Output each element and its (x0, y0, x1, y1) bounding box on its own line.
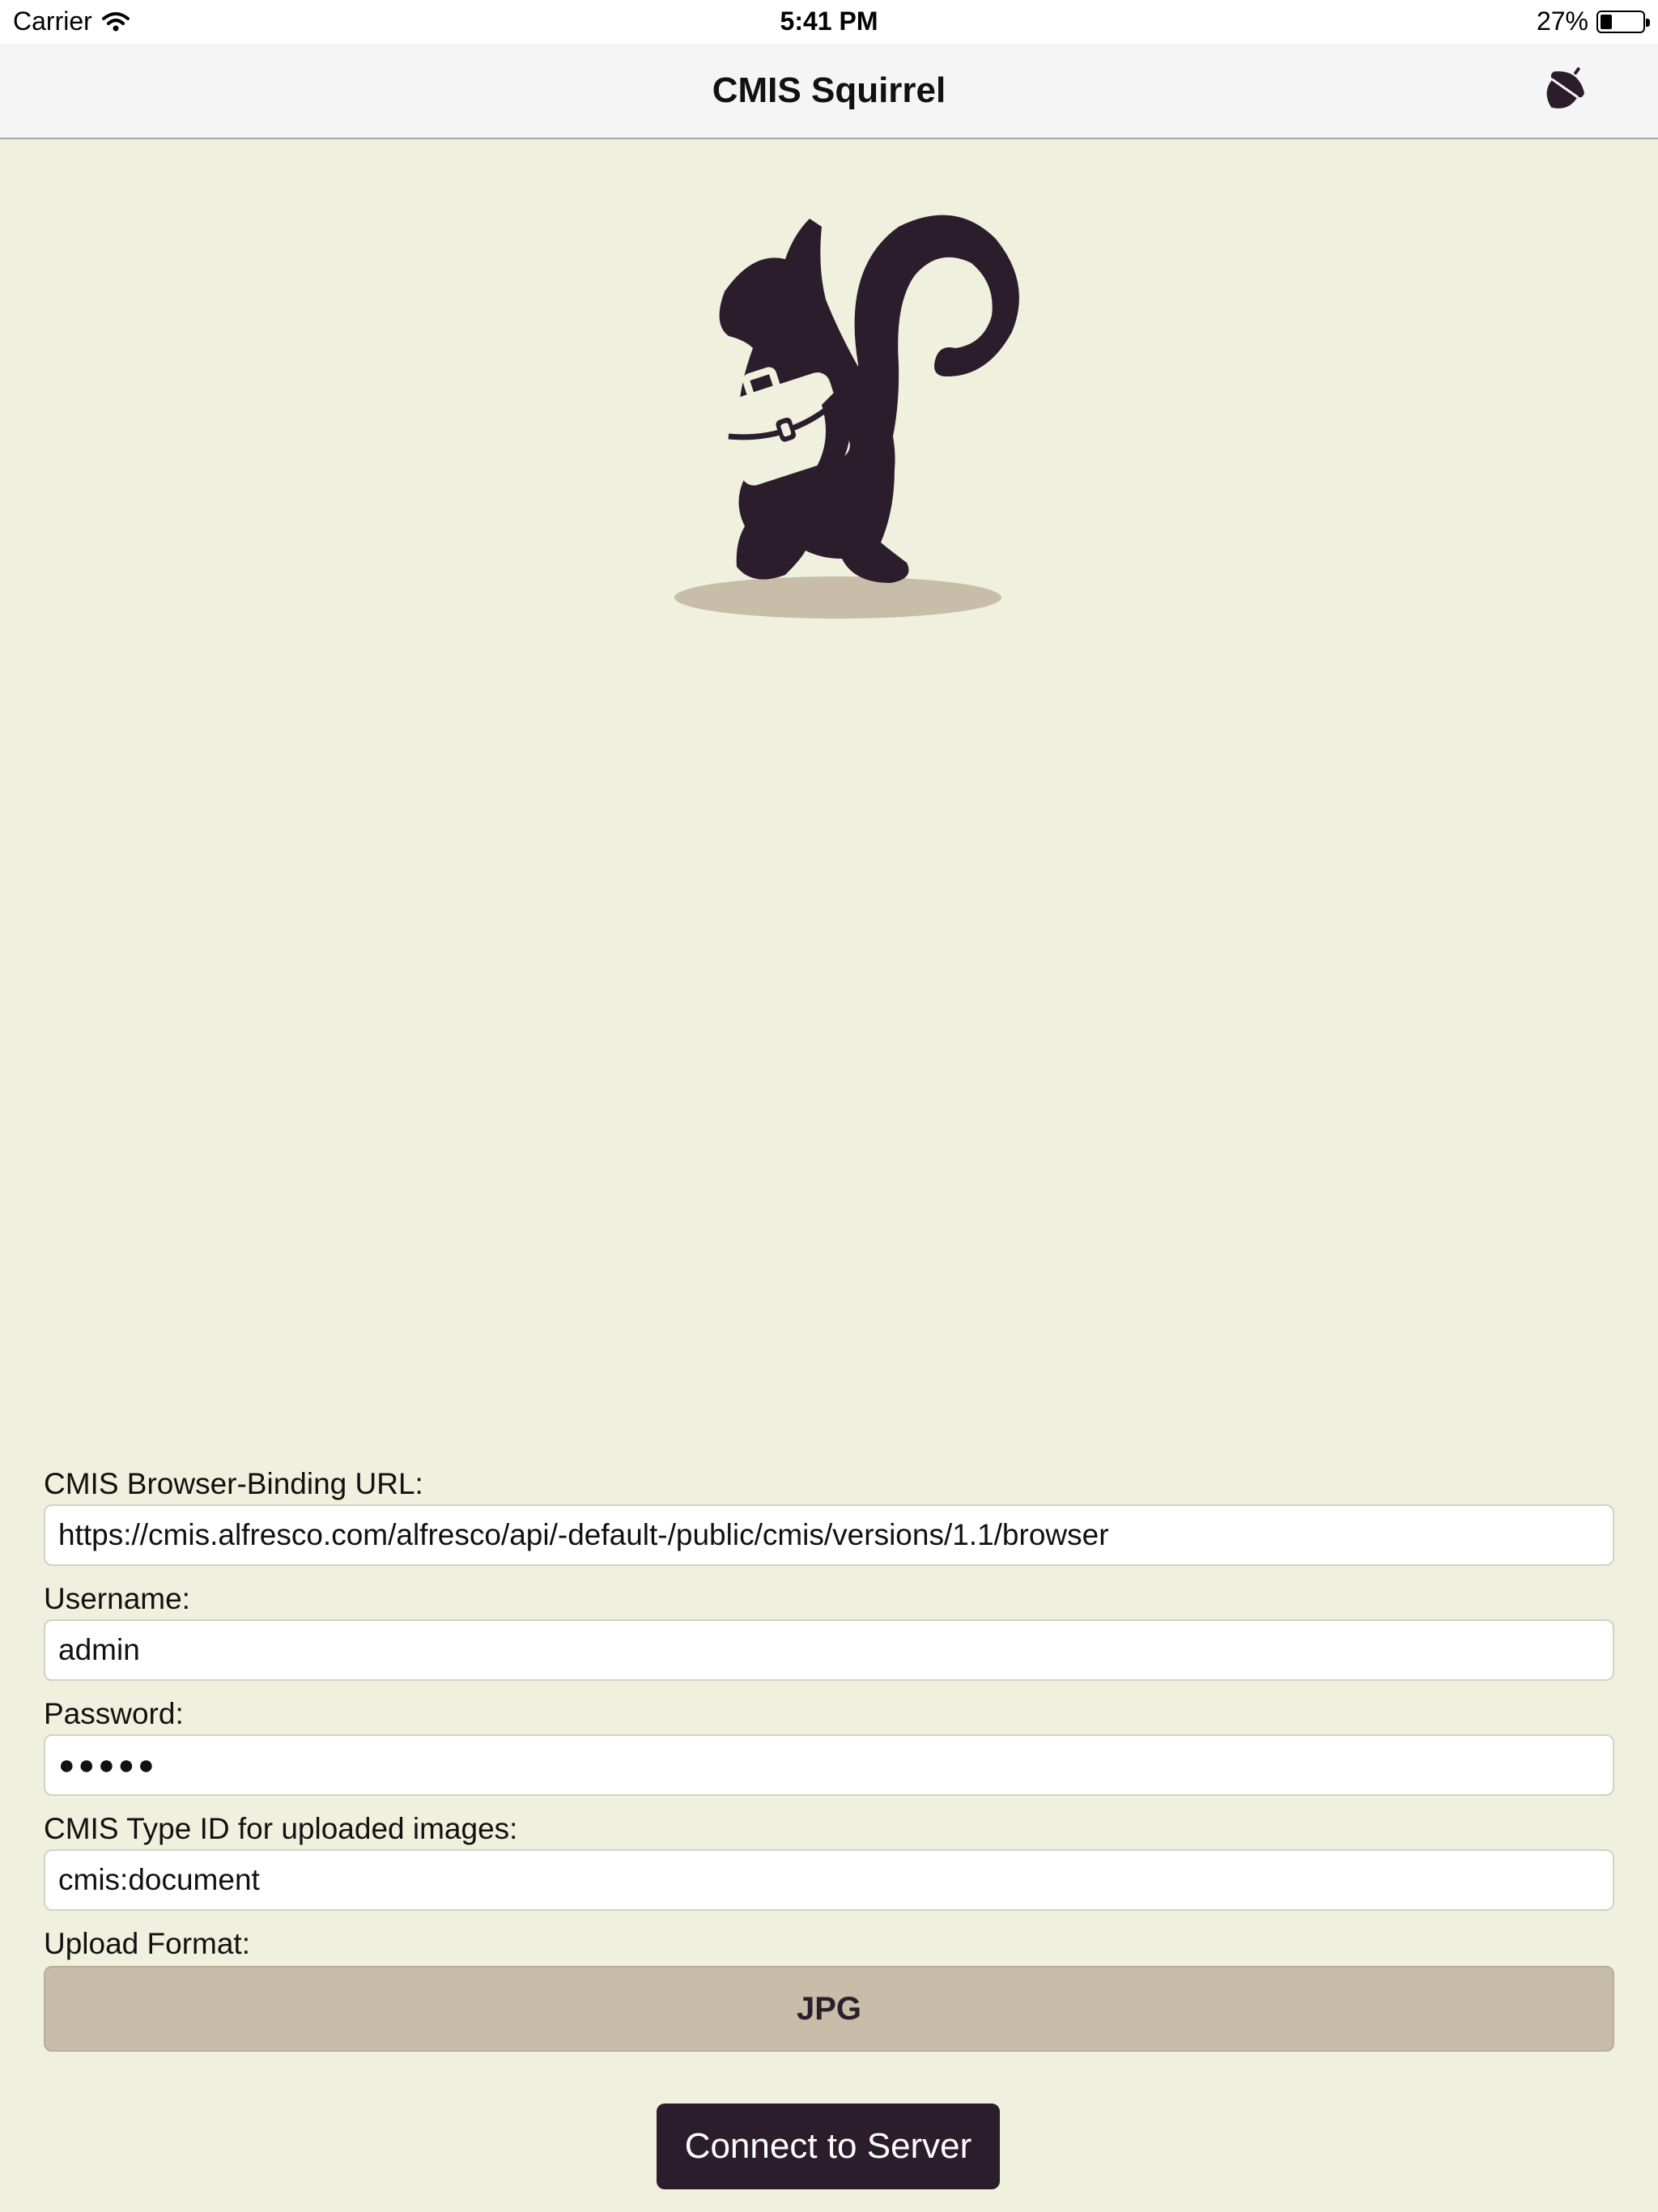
battery-nub (1646, 18, 1650, 27)
battery-indicator: 27% (1536, 6, 1650, 36)
type-id-field[interactable]: cmis:document (44, 1849, 1614, 1911)
squirrel-logo (674, 215, 1019, 619)
connect-button[interactable]: Connect to Server (657, 2104, 1000, 2189)
battery-percent: 27% (1536, 6, 1588, 36)
battery-icon (1596, 10, 1650, 33)
url-label: CMIS Browser-Binding URL: (44, 1467, 423, 1500)
upload-format-label: Upload Format: (44, 1927, 250, 1960)
password-label: Password: (44, 1697, 184, 1730)
acorn-icon[interactable] (1537, 60, 1593, 117)
navigation-bar: CMIS Squirrel (0, 44, 1658, 139)
battery-fill (1601, 14, 1612, 29)
username-label: Username: (44, 1582, 190, 1615)
username-field[interactable]: admin (44, 1619, 1614, 1681)
url-field[interactable]: https://cmis.alfresco.com/alfresco/api/-… (44, 1504, 1614, 1566)
ground-shadow (674, 576, 1001, 619)
status-bar: Carrier 5:41 PM 27% (0, 0, 1658, 44)
page-title: CMIS Squirrel (712, 70, 946, 110)
upload-format-button[interactable]: JPG (44, 1966, 1614, 2052)
type-id-label: CMIS Type ID for uploaded images: (44, 1812, 518, 1845)
connection-form: CMIS Browser-Binding URL: https://cmis.a… (44, 1464, 1614, 2052)
status-time: 5:41 PM (780, 6, 878, 36)
password-field[interactable]: ●●●●● (44, 1734, 1614, 1796)
